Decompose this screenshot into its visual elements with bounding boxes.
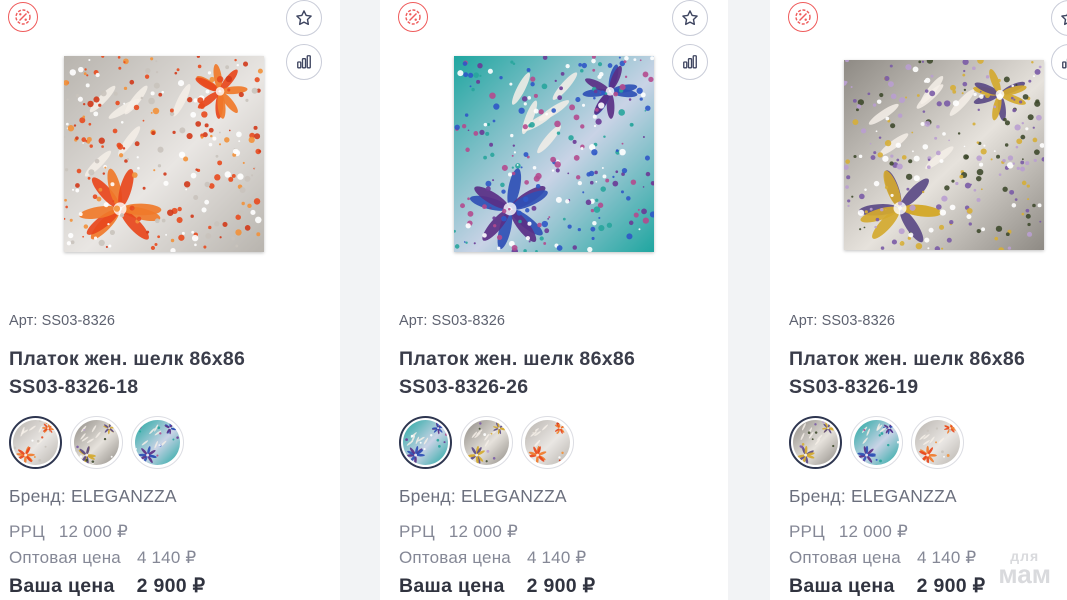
- product-title[interactable]: Платок жен. шелк 86х86 SS03-8326-18: [9, 345, 339, 401]
- site-watermark: для мам: [998, 549, 1051, 589]
- color-variant-swatch[interactable]: [131, 416, 184, 469]
- your-price-value: 2 900 ₽: [136, 575, 206, 597]
- rrc-price: РРЦ 12 000 ₽: [9, 522, 128, 542]
- product-card[interactable]: Арт: SS03-8326 Платок жен. шелк 86х86 SS…: [0, 0, 340, 600]
- bar-chart-icon: [1062, 58, 1067, 69]
- color-variant-swatch[interactable]: [460, 416, 513, 469]
- discount-percent-icon: [788, 2, 818, 32]
- wholesale-value: 4 140 ₽: [526, 548, 587, 567]
- color-variant-swatch[interactable]: [789, 416, 842, 469]
- your-price-value: 2 900 ₽: [916, 575, 986, 597]
- product-title-line1: Платок жен. шелк 86х86: [9, 348, 246, 370]
- favorite-button[interactable]: [672, 0, 708, 36]
- your-price: Ваша цена 2 900 ₽: [399, 574, 595, 598]
- rrc-price: РРЦ 12 000 ₽: [399, 522, 518, 542]
- rrc-label: РРЦ: [9, 522, 45, 541]
- product-image[interactable]: [454, 56, 654, 252]
- product-image[interactable]: [844, 60, 1044, 250]
- product-title-line1: Платок жен. шелк 86х86: [789, 348, 1026, 370]
- product-title[interactable]: Платок жен. шелк 86х86 SS03-8326-19: [789, 345, 1067, 401]
- wholesale-price: Оптовая цена 4 140 ₽: [9, 548, 196, 568]
- favorite-button[interactable]: [1051, 0, 1067, 36]
- wholesale-price: Оптовая цена 4 140 ₽: [789, 548, 976, 568]
- article-number: Арт: SS03-8326: [9, 313, 116, 329]
- color-variant-swatch[interactable]: [521, 416, 574, 469]
- rrc-value: 12 000 ₽: [448, 522, 518, 541]
- discount-percent-icon: [398, 2, 428, 32]
- bar-chart-icon: [297, 55, 311, 69]
- wholesale-price: Оптовая цена 4 140 ₽: [399, 548, 586, 568]
- your-price-label: Ваша цена: [9, 575, 115, 597]
- rrc-value: 12 000 ₽: [838, 522, 908, 541]
- product-title-line1: Платок жен. шелк 86х86: [399, 348, 636, 370]
- product-card[interactable]: Арт: SS03-8326 Платок жен. шелк 86х86 SS…: [380, 0, 728, 600]
- color-variant-swatch[interactable]: [850, 416, 903, 469]
- discount-percent-icon: [8, 2, 38, 32]
- product-card[interactable]: Арт: SS03-8326 Платок жен. шелк 86х86 SS…: [770, 0, 1067, 600]
- wholesale-value: 4 140 ₽: [916, 548, 977, 567]
- favorite-button[interactable]: [286, 0, 322, 36]
- your-price: Ваша цена 2 900 ₽: [789, 574, 985, 598]
- color-variant-swatch[interactable]: [9, 416, 62, 469]
- rrc-label: РРЦ: [399, 522, 435, 541]
- brand-label: Бренд: ELEGANZZA: [9, 486, 177, 506]
- product-title-line2: SS03-8326-26: [399, 376, 529, 398]
- star-icon: [682, 10, 698, 26]
- watermark-big-text: мам: [998, 559, 1051, 589]
- your-price-label: Ваша цена: [399, 575, 505, 597]
- article-number: Арт: SS03-8326: [399, 313, 506, 329]
- star-icon: [296, 10, 312, 26]
- color-variant-swatch[interactable]: [70, 416, 123, 469]
- compare-button[interactable]: [672, 44, 708, 80]
- product-image[interactable]: [64, 56, 264, 252]
- rrc-value: 12 000 ₽: [58, 522, 128, 541]
- bar-chart-icon: [683, 55, 697, 69]
- wholesale-label: Оптовая цена: [789, 548, 901, 567]
- wholesale-value: 4 140 ₽: [136, 548, 197, 567]
- your-price: Ваша цена 2 900 ₽: [9, 574, 205, 598]
- product-title-line2: SS03-8326-18: [9, 376, 139, 398]
- star-icon: [1061, 13, 1067, 26]
- color-variants: [789, 416, 964, 469]
- brand-label: Бренд: ELEGANZZA: [789, 486, 957, 506]
- article-number: Арт: SS03-8326: [789, 313, 896, 329]
- your-price-value: 2 900 ₽: [526, 575, 596, 597]
- wholesale-label: Оптовая цена: [9, 548, 121, 567]
- rrc-price: РРЦ 12 000 ₽: [789, 522, 908, 542]
- rrc-label: РРЦ: [789, 522, 825, 541]
- product-title-line2: SS03-8326-19: [789, 376, 919, 398]
- brand-label: Бренд: ELEGANZZA: [399, 486, 567, 506]
- wholesale-label: Оптовая цена: [399, 548, 511, 567]
- compare-button[interactable]: [1051, 44, 1067, 80]
- color-variants: [399, 416, 574, 469]
- color-variant-swatch[interactable]: [911, 416, 964, 469]
- color-variants: [9, 416, 184, 469]
- product-title[interactable]: Платок жен. шелк 86х86 SS03-8326-26: [399, 345, 728, 401]
- compare-button[interactable]: [286, 44, 322, 80]
- color-variant-swatch[interactable]: [399, 416, 452, 469]
- your-price-label: Ваша цена: [789, 575, 895, 597]
